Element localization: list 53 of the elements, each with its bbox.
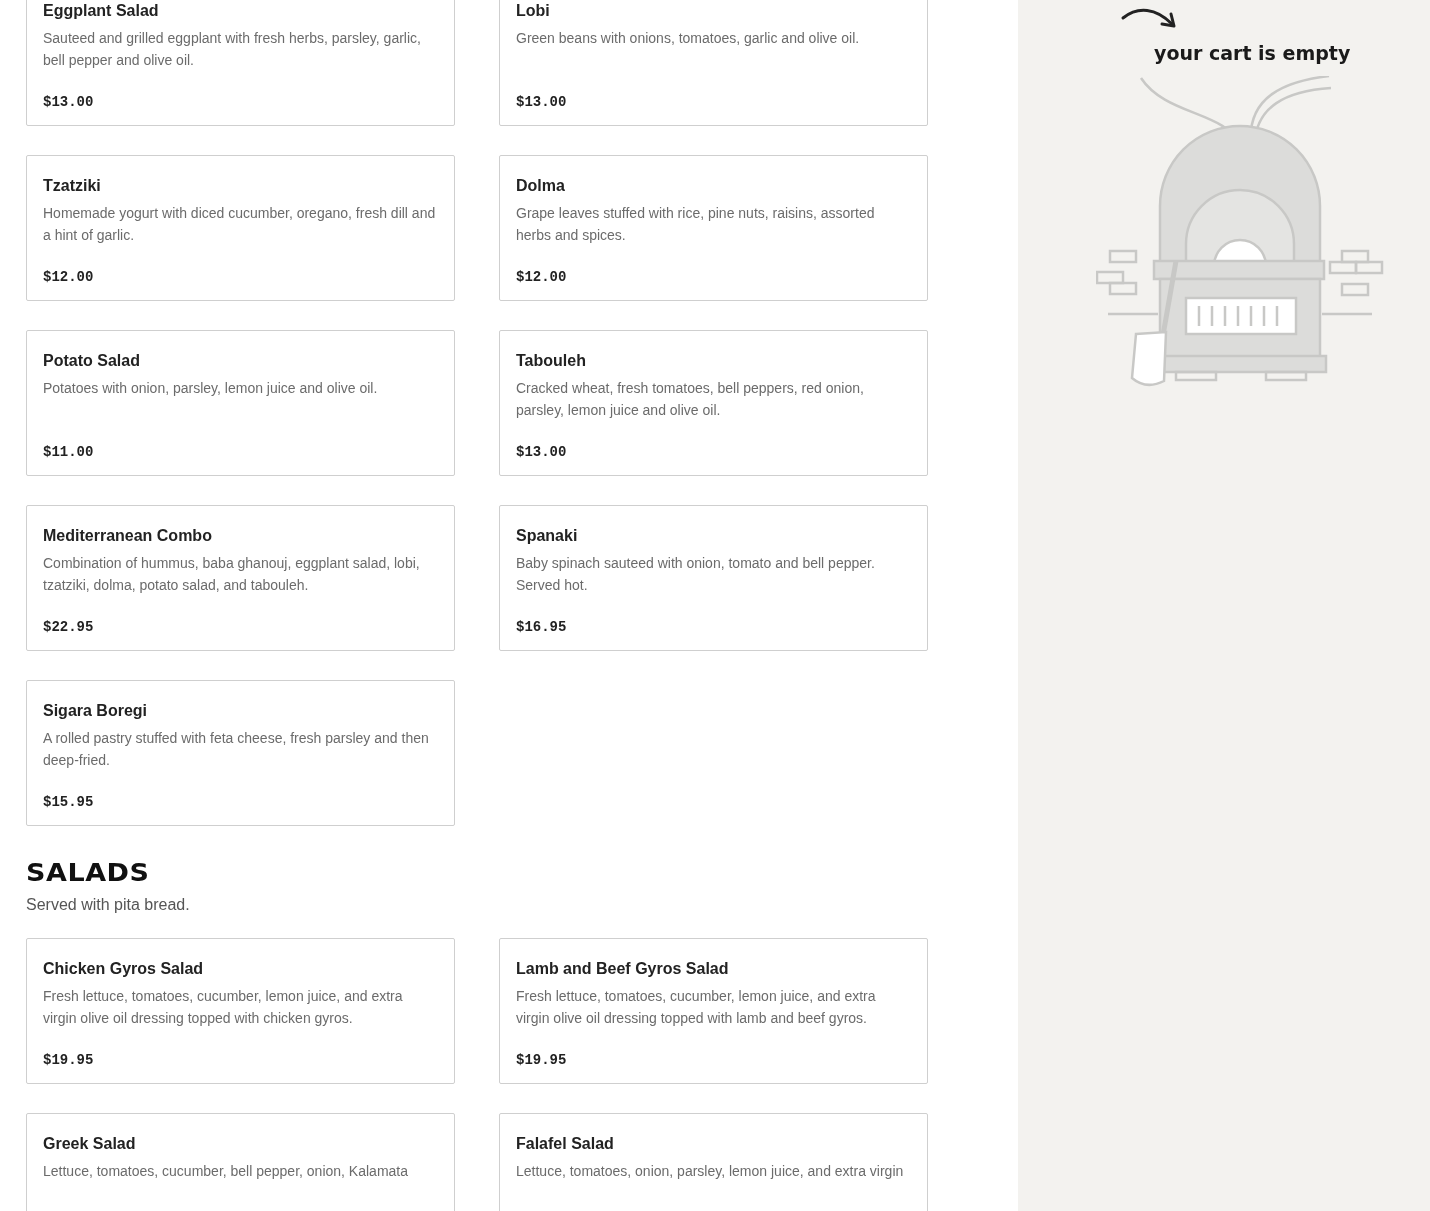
item-name: Tzatziki bbox=[43, 176, 102, 196]
menu-item-card[interactable]: Lobi Green beans with onions, tomatoes, garlic and olive oil. $13.00 bbox=[499, 0, 928, 126]
menu-item-card[interactable]: Chicken Gyros Salad Fresh lettuce, tomatoes, cucumber, lemon juice, and extra virgin olive oil dressing topped with chicken gyros. $19.95 bbox=[26, 938, 455, 1084]
item-description: A rolled pastry stuffed with feta cheese, fresh parsley and then deep-fried. bbox=[43, 729, 430, 770]
section-heading: SALADS bbox=[26, 858, 151, 888]
item-price: $15.95 bbox=[43, 793, 95, 811]
item-description: Baby spinach sauteed with onion, tomato and bell pepper. Served hot. bbox=[516, 554, 876, 595]
item-price: $13.00 bbox=[516, 443, 568, 461]
item-name: Falafel Salad bbox=[516, 1134, 615, 1154]
menu-item-card[interactable]: Tabouleh Cracked wheat, fresh tomatoes, bell peppers, red onion, parsley, lemon juice and olive oil. $13.00 bbox=[499, 330, 928, 476]
item-price: $11.00 bbox=[43, 443, 95, 461]
section-note: Served with pita bread. bbox=[26, 895, 191, 915]
item-name: Dolma bbox=[516, 176, 566, 196]
item-price: $13.00 bbox=[516, 93, 568, 111]
item-name: Mediterranean Combo bbox=[43, 526, 213, 546]
item-name: Potato Salad bbox=[43, 351, 141, 371]
menu-item-card[interactable]: Tzatziki Homemade yogurt with diced cucumber, oregano, fresh dill and a hint of garlic. $12.00 bbox=[26, 155, 455, 301]
item-name: Tabouleh bbox=[516, 351, 587, 371]
item-price: $16.95 bbox=[516, 618, 568, 636]
item-price: $12.00 bbox=[43, 268, 95, 286]
item-description: Green beans with onions, tomatoes, garlic and olive oil. bbox=[516, 29, 861, 48]
item-name: Lamb and Beef Gyros Salad bbox=[516, 959, 730, 979]
item-description: Sauteed and grilled eggplant with fresh herbs, parsley, garlic, bell pepper and olive oil. bbox=[43, 29, 422, 70]
item-description: Potatoes with onion, parsley, lemon juice and olive oil. bbox=[43, 379, 379, 398]
menu-item-card[interactable]: Spanaki Baby spinach sauteed with onion, tomato and bell pepper. Served hot. $16.95 bbox=[499, 505, 928, 651]
item-description: Fresh lettuce, tomatoes, cucumber, lemon juice, and extra virgin olive oil dressing topped with lamb and beef gyros. bbox=[516, 987, 877, 1028]
item-description: Combination of hummus, baba ghanouj, eggplant salad, lobi, tzatziki, dolma, potato salad, and tabouleh. bbox=[43, 554, 421, 595]
item-name: Chicken Gyros Salad bbox=[43, 959, 205, 979]
menu-item-card[interactable]: Falafel Salad Lettuce, tomatoes, onion, parsley, lemon juice, and extra virgin bbox=[499, 1113, 928, 1211]
item-description: Cracked wheat, fresh tomatoes, bell peppers, red onion, parsley, lemon juice and olive oil. bbox=[516, 379, 865, 420]
item-description: Homemade yogurt with diced cucumber, oregano, fresh dill and a hint of garlic. bbox=[43, 204, 437, 245]
item-price: $12.00 bbox=[516, 268, 568, 286]
empty-cart-message: your cart is empty bbox=[1154, 41, 1351, 66]
item-name: Lobi bbox=[516, 1, 551, 21]
menu-item-card[interactable]: Lamb and Beef Gyros Salad Fresh lettuce, tomatoes, cucumber, lemon juice, and extra virgin olive oil dressing topped with lamb and beef gyros. $19.95 bbox=[499, 938, 928, 1084]
menu-item-card[interactable]: Potato Salad Potatoes with onion, parsley, lemon juice and olive oil. $11.00 bbox=[26, 330, 455, 476]
menu-item-card[interactable]: Mediterranean Combo Combination of hummus, baba ghanouj, eggplant salad, lobi, tzatziki, dolma, potato salad, and tabouleh. $22.95 bbox=[26, 505, 455, 651]
menu-item-card[interactable]: Greek Salad Lettuce, tomatoes, cucumber, bell pepper, onion, Kalamata bbox=[26, 1113, 455, 1211]
menu-item-card[interactable]: Eggplant Salad Sauteed and grilled eggplant with fresh herbs, parsley, garlic, bell pepper and olive oil. $13.00 bbox=[26, 0, 455, 126]
menu-item-card[interactable]: Dolma Grape leaves stuffed with rice, pine nuts, raisins, assorted herbs and spices. $12.00 bbox=[499, 155, 928, 301]
item-price: $13.00 bbox=[43, 93, 95, 111]
item-name: Greek Salad bbox=[43, 1134, 137, 1154]
item-description: Grape leaves stuffed with rice, pine nuts, raisins, assorted herbs and spices. bbox=[516, 204, 876, 245]
item-description: Fresh lettuce, tomatoes, cucumber, lemon juice, and extra virgin olive oil dressing topped with chicken gyros. bbox=[43, 987, 404, 1028]
item-price: $19.95 bbox=[43, 1051, 95, 1069]
item-description: Lettuce, tomatoes, onion, parsley, lemon juice, and extra virgin bbox=[516, 1162, 905, 1181]
item-name: Eggplant Salad bbox=[43, 1, 160, 21]
item-description: Lettuce, tomatoes, cucumber, bell pepper, onion, Kalamata bbox=[43, 1162, 409, 1181]
item-name: Spanaki bbox=[516, 526, 579, 546]
item-name: Sigara Boregi bbox=[43, 701, 149, 721]
menu-item-card[interactable]: Sigara Boregi A rolled pastry stuffed with feta cheese, fresh parsley and then deep-fried. $15.95 bbox=[26, 680, 455, 826]
item-price: $19.95 bbox=[516, 1051, 568, 1069]
item-price: $22.95 bbox=[43, 618, 95, 636]
